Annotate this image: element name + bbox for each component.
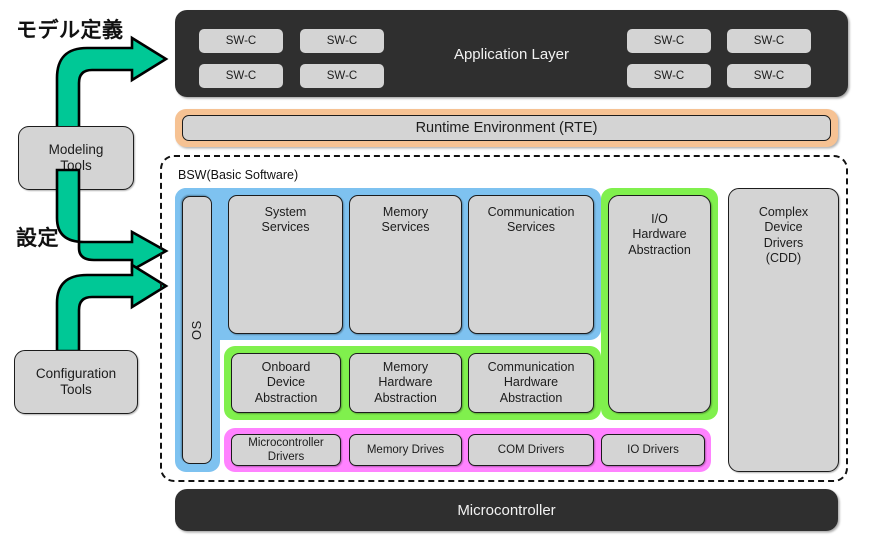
io-drivers-box[interactable]: IO Drivers xyxy=(601,434,705,466)
cdd-line3: Drivers xyxy=(763,235,804,250)
com-drivers-label: COM Drivers xyxy=(497,443,565,456)
cdd-line4: (CDD) xyxy=(765,250,802,265)
microcontroller-title: Microcontroller xyxy=(457,502,556,519)
io-hardware-abstraction-line2: Hardware xyxy=(632,227,687,242)
complex-device-drivers-box[interactable]: Complex Device Drivers (CDD) xyxy=(728,188,839,472)
cdd-line2: Device xyxy=(764,220,803,235)
swc-label: SW-C xyxy=(225,70,257,82)
io-hardware-abstraction-box[interactable]: I/O Hardware Abstraction xyxy=(608,195,711,413)
runtime-environment-box[interactable]: Runtime Environment (RTE) xyxy=(182,115,831,141)
swc-label: SW-C xyxy=(326,70,358,82)
swc-box[interactable]: SW-C xyxy=(300,64,384,88)
communication-services-line2: Services xyxy=(507,220,555,235)
memory-abstraction-line3: Abstraction xyxy=(374,390,437,405)
configuration-tools-box[interactable]: Configuration Tools xyxy=(14,350,138,414)
communication-services-box[interactable]: Communication Services xyxy=(468,195,594,334)
swc-label: SW-C xyxy=(753,70,785,82)
memory-abstraction-line1: Memory xyxy=(382,360,429,375)
arrow-model-definition xyxy=(55,35,169,134)
bsw-label: BSW(Basic Software) xyxy=(178,168,299,182)
swc-box[interactable]: SW-C xyxy=(300,29,384,53)
swc-label: SW-C xyxy=(653,70,685,82)
modeling-tools-label-line1: Modeling xyxy=(48,141,104,157)
swc-box[interactable]: SW-C xyxy=(727,29,811,53)
microcontroller-drivers-line2: Drivers xyxy=(267,451,305,463)
memory-services-line2: Services xyxy=(381,220,430,235)
rte-label: Runtime Environment (RTE) xyxy=(415,120,598,136)
system-services-box[interactable]: System Services xyxy=(228,195,343,334)
io-hardware-abstraction-line1: I/O xyxy=(651,212,668,226)
io-hardware-abstraction-line3: Abstraction xyxy=(628,242,691,257)
memory-drives-box[interactable]: Memory Drives xyxy=(349,434,462,466)
cdd-line1: Complex xyxy=(758,205,809,219)
communication-abstraction-line2: Hardware xyxy=(503,375,559,390)
onboard-abstraction-line1: Onboard xyxy=(261,360,311,375)
arrow-configuration-to-bsw xyxy=(55,262,169,353)
swc-box[interactable]: SW-C xyxy=(627,29,711,53)
os-box[interactable]: OS xyxy=(182,196,212,464)
configuration-tools-label-line1: Configuration xyxy=(35,365,117,381)
autosar-architecture-diagram: モデル定義 設定 Modeling Tools Configuration To… xyxy=(0,0,874,546)
io-drivers-label: IO Drivers xyxy=(627,443,679,456)
communication-services-line1: Communication xyxy=(487,205,575,219)
communication-abstraction-line1: Communication xyxy=(487,360,575,375)
microcontroller-drivers-box[interactable]: Microcontroller Drivers xyxy=(231,434,341,466)
swc-box[interactable]: SW-C xyxy=(199,64,283,88)
microcontroller-drivers-line1: Microcontroller xyxy=(248,436,324,449)
system-services-line2: Services xyxy=(261,220,310,235)
onboard-abstraction-line3: Abstraction xyxy=(254,390,318,405)
swc-box[interactable]: SW-C xyxy=(627,64,711,88)
swc-box[interactable]: SW-C xyxy=(727,64,811,88)
os-label: OS xyxy=(189,320,205,340)
memory-drives-label: Memory Drives xyxy=(366,443,445,456)
onboard-abstraction-line2: Device xyxy=(266,375,306,390)
configuration-tools-label-line2: Tools xyxy=(60,382,92,397)
swc-label: SW-C xyxy=(225,35,257,47)
onboard-device-abstraction-box[interactable]: Onboard Device Abstraction xyxy=(231,353,341,413)
swc-label: SW-C xyxy=(326,35,358,47)
arrow-modeling-to-bsw xyxy=(55,168,169,273)
swc-box[interactable]: SW-C xyxy=(199,29,283,53)
swc-label: SW-C xyxy=(653,35,685,47)
swc-label: SW-C xyxy=(753,35,785,47)
memory-services-box[interactable]: Memory Services xyxy=(349,195,462,334)
memory-hardware-abstraction-box[interactable]: Memory Hardware Abstraction xyxy=(349,353,462,413)
communication-hardware-abstraction-box[interactable]: Communication Hardware Abstraction xyxy=(468,353,594,413)
system-services-line1: System xyxy=(264,205,307,219)
memory-services-line1: Memory xyxy=(382,205,429,219)
communication-abstraction-line3: Abstraction xyxy=(499,390,563,405)
memory-abstraction-line2: Hardware xyxy=(378,375,433,390)
com-drivers-box[interactable]: COM Drivers xyxy=(468,434,594,466)
